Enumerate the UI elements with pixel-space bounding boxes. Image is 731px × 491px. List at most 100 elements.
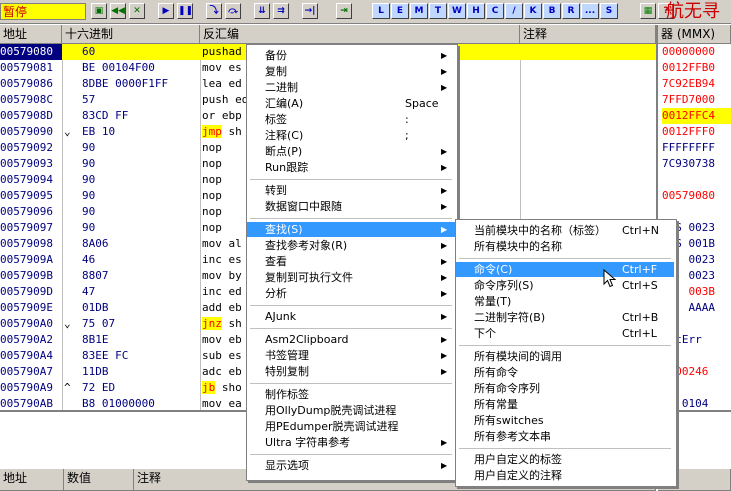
step-into-icon[interactable]: ⤵ [206, 3, 222, 19]
pause-icon[interactable]: ❚❚ [177, 3, 193, 19]
row-address: 00579096 [0, 205, 53, 218]
ctxmenu-item[interactable]: 查找参考对象(R) ▶ [247, 238, 455, 253]
ctxmenu-item[interactable]: Ultra 字符串参考 ▶ [247, 435, 455, 450]
ctxmenu-item[interactable]: 数据窗口中跟随 ▶ [247, 199, 455, 214]
ctxmenu-item[interactable]: 分析 ▶ [247, 286, 455, 301]
register-value[interactable]: FFFFFFFF [662, 140, 731, 156]
submenu-item[interactable]: 所有模块中的名称 [456, 239, 674, 254]
register-value[interactable]: 00000000 [662, 44, 731, 60]
ctxmenu-item[interactable]: 书签管理 ▶ [247, 348, 455, 363]
dump-header-address[interactable]: 地址 [0, 469, 64, 491]
submenu-item[interactable]: 用户自定义的注释 [456, 468, 674, 483]
ctxmenu-item[interactable]: AJunk ▶ [247, 309, 455, 324]
ctxmenu-item[interactable]: 显示选项 ▶ [247, 458, 455, 473]
ctxmenu-item[interactable]: 查找(S) ▶ [247, 222, 455, 237]
row-hex: 83CD FF [82, 109, 129, 122]
register-value[interactable] [662, 204, 731, 220]
register-value[interactable]: 7C930738 [662, 156, 731, 172]
open-icon[interactable]: ▣ [91, 3, 107, 19]
register-value[interactable]: 0012FFB0 [662, 60, 731, 76]
submenu-item[interactable]: 当前模块中的名称（标签） Ctrl+N [456, 223, 674, 238]
window-button-10[interactable]: R [562, 3, 580, 19]
row-hex: 47 [82, 285, 96, 298]
row-hex: 90 [82, 173, 96, 186]
trace-into-icon[interactable]: ⇊ [254, 3, 270, 19]
ctxmenu-item[interactable]: 查看 ▶ [247, 254, 455, 269]
ctxmenu-item[interactable]: 备份 ▶ [247, 48, 455, 63]
header-disasm[interactable]: 反汇编 [200, 25, 520, 44]
submenu-item[interactable]: 所有模块间的调用 [456, 349, 674, 364]
submenu-item[interactable]: 所有参考文本串 [456, 429, 674, 444]
menu-item-label: 查找(S) [265, 223, 303, 236]
ctxmenu-item[interactable]: Run跟踪 ▶ [247, 160, 455, 175]
row-address: 00579095 [0, 189, 53, 202]
window-button-6[interactable]: C [486, 3, 504, 19]
register-value[interactable]: 00579080 [662, 188, 731, 204]
window-button-2[interactable]: M [410, 3, 428, 19]
execute-till-return-icon[interactable]: →| [302, 3, 318, 19]
close-icon[interactable]: ✕ [129, 3, 145, 19]
submenu-arrow-icon: ▶ [441, 83, 448, 92]
submenu-item[interactable]: 二进制字符(B) Ctrl+B [456, 310, 674, 325]
window-button-12[interactable]: S [600, 3, 618, 19]
register-value[interactable]: 7FFD7000 [662, 92, 731, 108]
header-address[interactable]: 地址 [0, 25, 62, 44]
menu-item-shortcut: Ctrl+S [622, 279, 658, 292]
step-over-icon[interactable]: ⤼ [225, 3, 241, 19]
register-value[interactable]: 7C92EB94 [662, 76, 731, 92]
menu-item-label: 用OllyDump脱壳调试进程 [265, 404, 397, 417]
window-button-1[interactable]: E [391, 3, 409, 19]
restart-icon[interactable]: ◀◀ [110, 3, 126, 19]
register-value[interactable]: 0012FFF0 [662, 124, 731, 140]
window-button-11[interactable]: ... [581, 3, 599, 19]
window-button-9[interactable]: B [543, 3, 561, 19]
submenu-item[interactable]: 命令序列(S) Ctrl+S [456, 278, 674, 293]
ctxmenu-item[interactable]: 特别复制 ▶ [247, 364, 455, 379]
ctxmenu-item[interactable]: 标签: [247, 112, 455, 127]
ctxmenu-item[interactable]: 汇编(A) Space [247, 96, 455, 111]
window-button-0[interactable]: L [372, 3, 390, 19]
row-address: 0057909D [0, 285, 53, 298]
row-hex: 90 [82, 141, 96, 154]
submenu-item[interactable]: 下个 Ctrl+L [456, 326, 674, 341]
ctxmenu-item[interactable]: 用PEdumper脱壳调试进程 [247, 419, 455, 434]
ctxmenu-item[interactable]: 复制 ▶ [247, 64, 455, 79]
row-hex: 90 [82, 221, 96, 234]
menu-item-shortcut: Ctrl+L [622, 327, 657, 340]
submenu-item[interactable]: 用户自定义的标签 [456, 452, 674, 467]
options-icon[interactable]: ▦ [640, 3, 656, 19]
register-value[interactable] [662, 172, 731, 188]
submenu-item[interactable]: 所有命令 [456, 365, 674, 380]
header-registers[interactable]: 器 (MMX) [658, 25, 731, 44]
menu-item-label: 所有模块间的调用 [474, 350, 562, 363]
ctxmenu-item[interactable]: 复制到可执行文件 ▶ [247, 270, 455, 285]
menu-item-label: 用PEdumper脱壳调试进程 [265, 420, 399, 433]
goto-icon[interactable]: ⇥ [336, 3, 352, 19]
window-button-4[interactable]: W [448, 3, 466, 19]
dump-header-value[interactable]: 数值 [64, 469, 134, 491]
submenu-item[interactable]: 常量(T) [456, 294, 674, 309]
ctxmenu-item[interactable]: 用OllyDump脱壳调试进程 [247, 403, 455, 418]
row-address: 00579081 [0, 61, 53, 74]
submenu-item[interactable]: 所有命令序列 [456, 381, 674, 396]
header-comment[interactable]: 注释 [520, 25, 656, 44]
window-button-5[interactable]: H [467, 3, 485, 19]
submenu-item[interactable]: 命令(C) Ctrl+F [456, 262, 674, 277]
ctxmenu-item[interactable]: 制作标签 [247, 387, 455, 402]
window-button-8[interactable]: K [524, 3, 542, 19]
ctxmenu-item[interactable]: 转到 ▶ [247, 183, 455, 198]
run-icon[interactable]: ▶ [158, 3, 174, 19]
header-hex[interactable]: 十六进制 [62, 25, 200, 44]
register-value[interactable]: 0012FFC4 [662, 108, 731, 124]
ctxmenu-item[interactable]: Asm2Clipboard ▶ [247, 332, 455, 347]
menu-separator [459, 345, 671, 346]
submenu-item[interactable]: 所有常量 [456, 397, 674, 412]
submenu-item[interactable]: 所有switches [456, 413, 674, 428]
trace-over-icon[interactable]: ⇉ [273, 3, 289, 19]
ctxmenu-item[interactable]: 断点(P) ▶ [247, 144, 455, 159]
row-hex: 8B1E [82, 333, 109, 346]
window-button-3[interactable]: T [429, 3, 447, 19]
ctxmenu-item[interactable]: 注释(C); [247, 128, 455, 143]
ctxmenu-item[interactable]: 二进制 ▶ [247, 80, 455, 95]
window-button-7[interactable]: / [505, 3, 523, 19]
